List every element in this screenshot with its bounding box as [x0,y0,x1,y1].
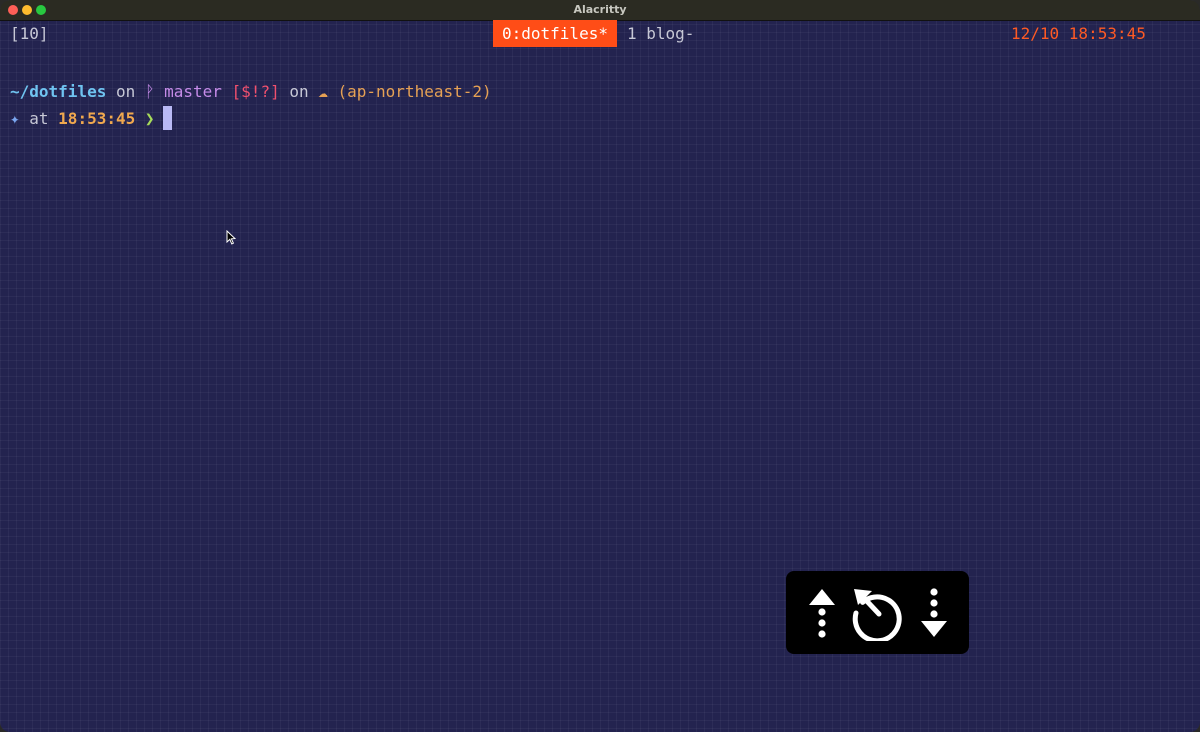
prompt-time: 18:53:45 [58,109,136,128]
prompt-line-input[interactable]: ✦ at 18:53:45 ❯ [10,105,172,132]
prompt-star-icon: ✦ [10,109,20,128]
git-branch-name: master [154,82,222,101]
title-bar[interactable]: Alacritty [0,0,1200,21]
prompt-at-text: at [19,109,59,128]
prompt-line-context: ~/dotfiles on ᚹ master [$!?] on ☁ (ap-no… [10,78,492,105]
scroll-up-button[interactable] [806,585,838,641]
tmux-window-inactive[interactable]: 1 blog- [627,20,694,47]
replay-button[interactable] [850,585,906,641]
terminal-window[interactable]: Alacritty [10] 0:dotfiles* 1 blog- 12/10… [0,0,1200,732]
prompt-arrow-icon: ❯ [135,109,155,128]
aws-region: (ap-northeast-2) [327,82,492,101]
aws-cloud-icon: ☁ [318,82,328,101]
prompt-on-text: on [106,82,145,101]
tmux-session-name: [10] [10,24,49,43]
replay-icon [852,589,902,641]
playback-controls [786,571,969,654]
scroll-down-button[interactable] [918,585,950,641]
terminal-cursor[interactable] [162,106,172,130]
prompt-on-text-2: on [279,82,319,101]
mouse-pointer-icon [226,230,236,245]
tmux-window-active[interactable]: 0:dotfiles* [493,20,617,47]
tmux-status-bar: [10] 0:dotfiles* 1 blog- 12/10 18:53:45 [0,20,1200,47]
window-title: Alacritty [573,3,627,16]
prompt-directory: ~/dotfiles [10,82,107,101]
tmux-clock: 12/10 18:53:45 [1011,24,1146,43]
scroll-up-icon [809,589,835,638]
scroll-down-icon [921,588,947,637]
git-status: [$!?] [221,82,280,101]
